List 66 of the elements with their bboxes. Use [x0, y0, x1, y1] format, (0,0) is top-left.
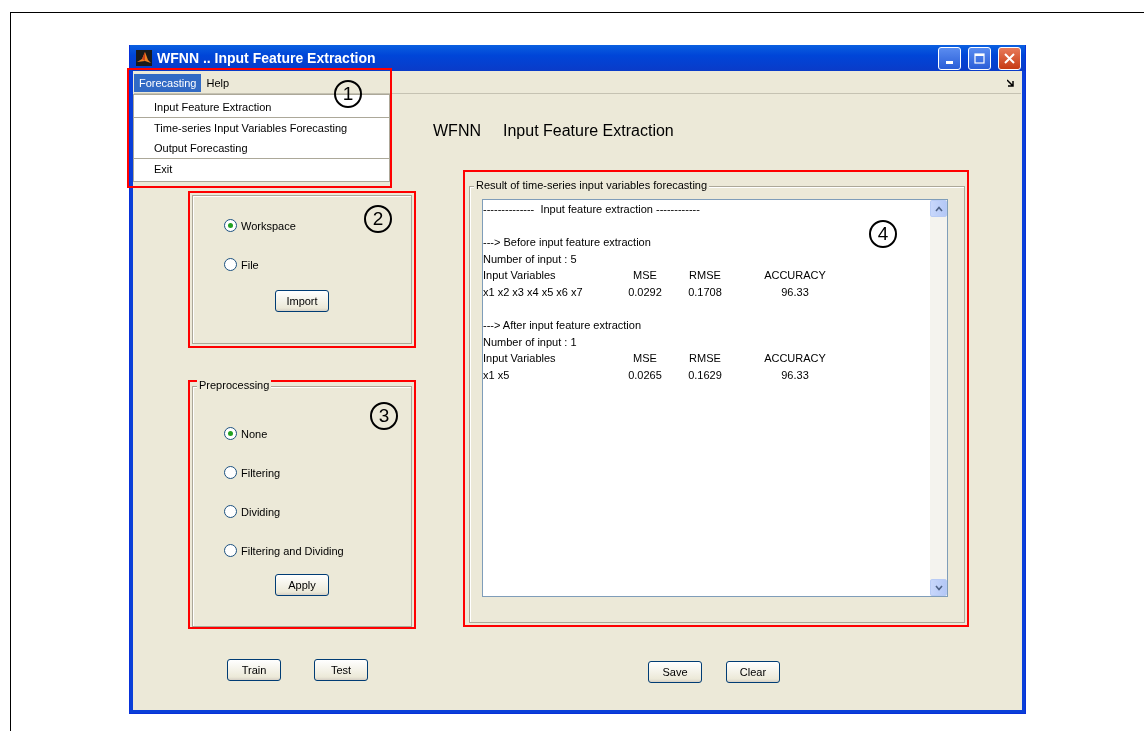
radio-button[interactable]: [224, 258, 237, 271]
close-button[interactable]: [998, 46, 1021, 70]
apply-button[interactable]: Apply: [275, 574, 329, 596]
action-button[interactable]: Clear: [726, 661, 780, 683]
output-line: ---> Before input feature extraction: [483, 236, 651, 249]
dock-arrow-icon[interactable]: [1007, 79, 1015, 87]
minimize-icon: [946, 60, 953, 64]
radio-button[interactable]: [224, 219, 237, 232]
caret-up-icon: [934, 205, 943, 212]
page-heading: Input Feature Extraction: [503, 122, 674, 140]
radio-button[interactable]: [224, 544, 237, 557]
scroll-down-button[interactable]: [930, 579, 947, 596]
menu-entry[interactable]: Time-series Input Variables Forecasting: [134, 117, 389, 138]
output-cell-text: 96.33: [780, 285, 810, 300]
scrollbar[interactable]: [930, 200, 947, 596]
radio-label: Dividing: [241, 505, 281, 518]
output-cell-text: Input Variables: [483, 352, 557, 367]
scroll-up-button[interactable]: [930, 200, 947, 217]
output-line: ---> After input feature extraction: [483, 319, 642, 332]
output-cell-text: x1 x2 x3 x4 x5 x6 x7: [483, 285, 584, 300]
output-cell-text: MSE: [632, 269, 658, 284]
output-cell-text: 0.0292: [627, 285, 663, 300]
output-cell-text: ACCURACY: [763, 352, 827, 367]
annotation-number: 1: [334, 80, 362, 108]
window-title: WFNN .. Input Feature Extraction: [157, 50, 377, 66]
close-icon: [1004, 52, 1015, 64]
output-line: Number of input : 1: [483, 335, 577, 348]
action-button[interactable]: Test: [314, 659, 368, 681]
output-cell-text: 0.1629: [687, 368, 723, 383]
radio-label: Workspace: [241, 219, 296, 232]
menu-item[interactable]: Help: [201, 74, 235, 92]
caret-down-icon: [934, 584, 943, 591]
annotation-number: 2: [364, 205, 392, 233]
action-button[interactable]: Save: [648, 661, 702, 683]
output-cell-text: 0.0265: [627, 368, 663, 383]
output-cell-text: 96.33: [780, 368, 810, 383]
panel-title: Preprocessing: [197, 379, 272, 391]
output-cell-text: ACCURACY: [763, 269, 827, 284]
annotation-number: 3: [370, 402, 398, 430]
output-cell-text: RMSE: [688, 352, 722, 367]
output-line: -------------- Input feature extraction ------------: [483, 203, 700, 215]
output-cell-text: MSE: [632, 352, 658, 367]
maximize-button[interactable]: [968, 46, 991, 70]
output-line: Number of input : 5: [483, 252, 577, 265]
output-cell-text: x1 x5: [483, 368, 511, 383]
radio-label: None: [241, 427, 268, 440]
page-heading: WFNN: [433, 122, 481, 140]
import-button[interactable]: Import: [275, 290, 329, 312]
radio-button[interactable]: [224, 505, 237, 518]
menu-item[interactable]: Forecasting: [134, 74, 202, 92]
action-button[interactable]: Train: [227, 659, 281, 681]
panel-title: Result of time-series input variables forecasting: [474, 179, 710, 191]
output-cell-text: RMSE: [688, 269, 722, 284]
annotation-number: 4: [869, 220, 897, 248]
peak-logo-icon: [136, 50, 152, 66]
menu-entry[interactable]: Output Forecasting: [134, 138, 389, 158]
output-cell-text: Input Variables: [483, 269, 557, 284]
maximize-icon: [974, 52, 985, 64]
radio-button[interactable]: [224, 466, 237, 479]
radio-label: Filtering and Dividing: [241, 544, 344, 557]
menu-entry[interactable]: Exit: [134, 158, 389, 179]
output-cell-text: 0.1708: [687, 285, 723, 300]
radio-label: Filtering: [241, 466, 281, 479]
radio-label: File: [241, 258, 259, 271]
radio-button[interactable]: [224, 427, 237, 440]
minimize-button[interactable]: [938, 46, 961, 70]
